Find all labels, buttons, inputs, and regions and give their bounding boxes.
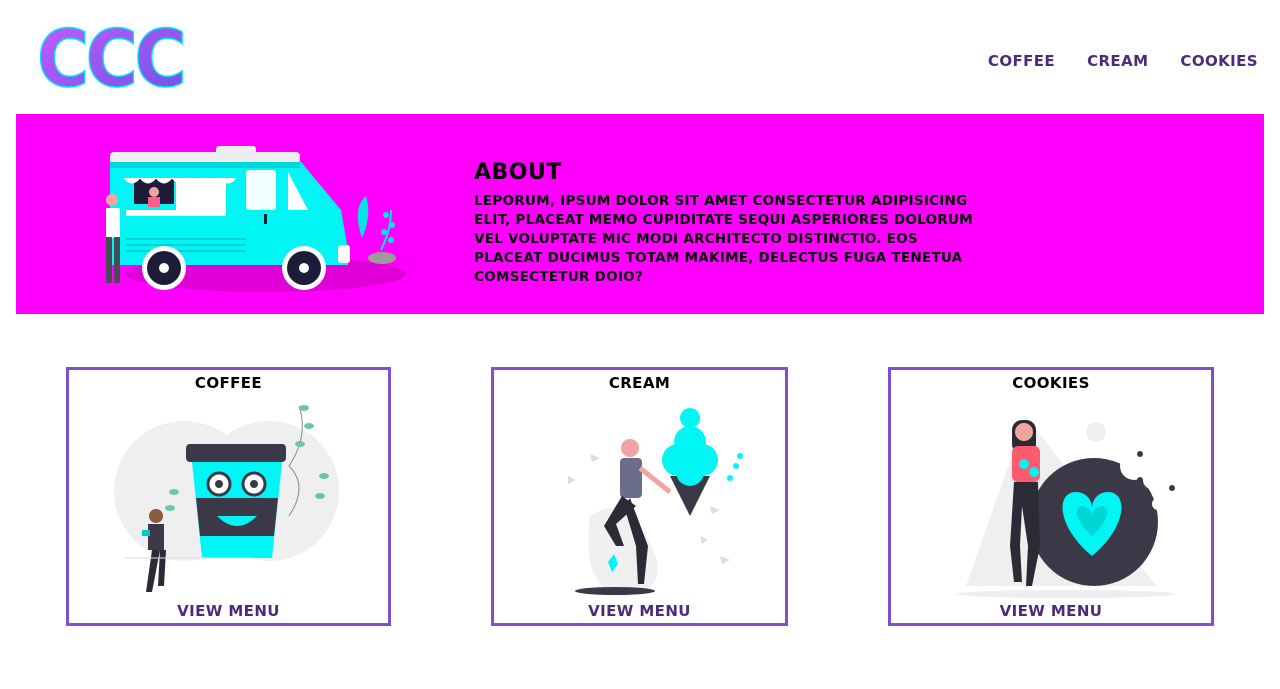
- about-text: LEPORUM, IPSUM DOLOR SIT AMET CONSECTETU…: [474, 193, 973, 285]
- card-coffee: COFFEE VIEW MENU: [66, 367, 391, 626]
- view-menu-link[interactable]: VIEW MENU: [891, 602, 1211, 620]
- coffee-cup-illustration: [113, 405, 339, 592]
- cookie-illustration: [956, 416, 1176, 598]
- nav-link-cookies[interactable]: COOKIES: [1180, 52, 1258, 70]
- card-title: CREAM: [608, 374, 671, 392]
- about-title: ABOUT: [474, 160, 562, 185]
- view-menu-link[interactable]: VIEW MENU: [69, 602, 388, 620]
- card-title: COFFEE: [194, 374, 263, 392]
- svg-text:CCC: CCC: [37, 24, 183, 90]
- ice-cream-illustration: [567, 408, 743, 596]
- view-menu-link[interactable]: VIEW MENU: [494, 602, 785, 620]
- card-cookies: COOKIES VIEW MENU: [888, 367, 1214, 626]
- card-cream: CREAM VIEW MENU: [491, 367, 788, 626]
- about-banner: ABOUT LEPORUM, IPSUM DOLOR SIT AMET CONS…: [16, 114, 1264, 314]
- main-nav: COFFEE CREAM COOKIES: [988, 52, 1258, 70]
- nav-link-cream[interactable]: CREAM: [1087, 52, 1148, 70]
- card-title: COOKIES: [1012, 374, 1090, 392]
- food-truck-illustration: [106, 146, 406, 292]
- nav-link-coffee[interactable]: COFFEE: [988, 52, 1055, 70]
- logo[interactable]: CCC: [36, 24, 186, 90]
